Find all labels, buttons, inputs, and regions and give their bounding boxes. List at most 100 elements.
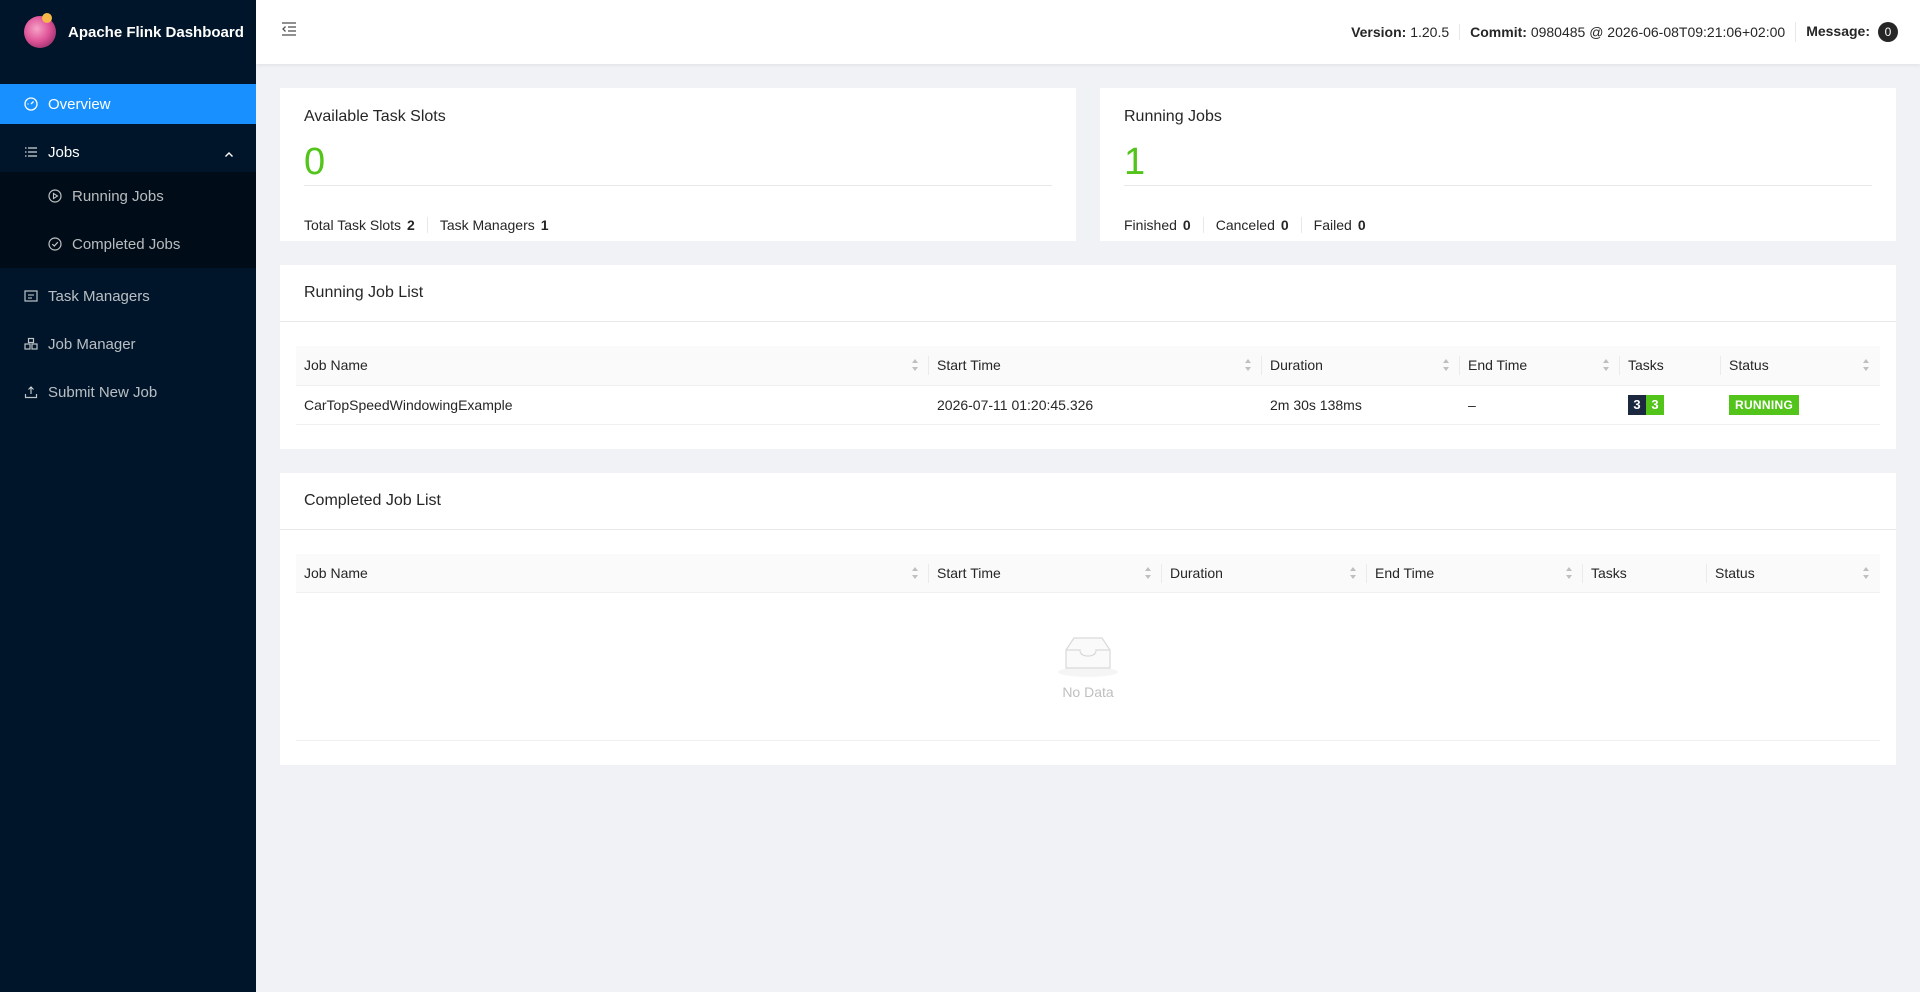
- running-jobs-value: 1: [1124, 141, 1146, 183]
- column-header-status[interactable]: Status: [1721, 346, 1880, 386]
- sort-icon[interactable]: [911, 566, 919, 580]
- tasks-badge: 3 3: [1628, 394, 1664, 415]
- tasks-running-badge: 3: [1646, 394, 1664, 415]
- sidebar-item-running-jobs[interactable]: Running Jobs: [0, 176, 256, 216]
- job-manager-icon: [24, 337, 38, 351]
- available-task-slots-card: Available Task Slots 0 Total Task Slots 2…: [280, 88, 1076, 241]
- status-badge: RUNNING: [1729, 394, 1800, 415]
- card-footer: Total Task Slots 2 Task Managers 1: [304, 217, 561, 233]
- completed-job-table: Job Name Start Time Duration End Time Ta…: [296, 553, 1880, 593]
- sort-icon[interactable]: [1144, 566, 1152, 580]
- card-footer: Finished 0 Canceled 0 Failed 0: [1124, 217, 1378, 233]
- end-time-cell: –: [1460, 385, 1620, 425]
- column-header-end-time[interactable]: End Time: [1460, 346, 1620, 386]
- app-title: Apache Flink Dashboard: [68, 23, 244, 41]
- sidebar-item-label: Completed Jobs: [72, 235, 181, 253]
- running-job-table: Job Name Start Time Duration End Time Ta…: [296, 346, 1880, 425]
- column-header-duration[interactable]: Duration: [1262, 346, 1460, 386]
- column-header-tasks: Tasks: [1620, 346, 1721, 386]
- completed-job-list-card: Completed Job List Job Name Start Time D…: [280, 472, 1896, 766]
- header-info: Version: 1.20.5 Commit: 0980485 @ 2026-0…: [1341, 22, 1908, 42]
- card-title: Running Jobs: [1124, 108, 1222, 125]
- empty-text: No Data: [1062, 683, 1114, 700]
- sort-icon[interactable]: [1602, 358, 1610, 372]
- tasks-cell: 3 3: [1620, 385, 1721, 425]
- flink-logo-icon: [24, 13, 56, 48]
- message-info[interactable]: Message: 0: [1795, 22, 1908, 42]
- card-title: Running Job List: [280, 265, 1896, 322]
- column-header-job-name[interactable]: Job Name: [296, 553, 929, 593]
- task-manager-icon: [24, 289, 38, 303]
- sidebar-item-job-manager[interactable]: Job Manager: [0, 324, 256, 364]
- table-header-row: Job Name Start Time Duration End Time Ta…: [296, 553, 1880, 593]
- total-task-slots: Total Task Slots 2: [304, 217, 415, 233]
- stats-row: Available Task Slots 0 Total Task Slots 2…: [280, 88, 1896, 241]
- chevron-up-icon: [224, 147, 234, 157]
- start-time-cell: 2026-07-11 01:20:45.326: [929, 385, 1262, 425]
- failed-count: Failed 0: [1300, 217, 1378, 233]
- running-jobs-card: Running Jobs 1 Finished 0 Canceled 0 Faile…: [1100, 88, 1896, 241]
- commit-info: Commit: 0980485 @ 2026-06-08T09:21:06+02…: [1459, 24, 1795, 40]
- nav-menu: Overview Jobs Running Jobs Completed Job…: [0, 84, 256, 412]
- column-header-start-time[interactable]: Start Time: [929, 553, 1162, 593]
- dashboard-icon: [24, 97, 38, 111]
- sort-icon[interactable]: [911, 358, 919, 372]
- card-title: Available Task Slots: [304, 108, 446, 125]
- main-content: Available Task Slots 0 Total Task Slots 2…: [256, 64, 1920, 992]
- sort-icon[interactable]: [1862, 566, 1870, 580]
- version-info: Version: 1.20.5: [1351, 24, 1450, 40]
- tasks-total-badge: 3: [1628, 394, 1646, 415]
- sort-icon[interactable]: [1244, 358, 1252, 372]
- column-header-end-time[interactable]: End Time: [1367, 553, 1583, 593]
- empty-state: No Data: [296, 593, 1880, 741]
- sidebar-item-submit-new-job[interactable]: Submit New Job: [0, 372, 256, 412]
- column-header-status[interactable]: Status: [1707, 553, 1880, 593]
- sort-icon[interactable]: [1565, 566, 1573, 580]
- sort-icon[interactable]: [1349, 566, 1357, 580]
- sidebar-item-jobs[interactable]: Jobs: [0, 132, 256, 172]
- sidebar-item-overview[interactable]: Overview: [0, 84, 256, 124]
- task-managers-count: Task Managers 1: [426, 217, 561, 233]
- divider: [1124, 185, 1872, 186]
- sidebar-item-label: Running Jobs: [72, 187, 164, 205]
- sidebar-item-label: Jobs: [48, 143, 80, 161]
- canceled-count: Canceled 0: [1202, 217, 1301, 233]
- completed-job-table-wrapper: Job Name Start Time Duration End Time Ta…: [280, 530, 1896, 766]
- sidebar-item-completed-jobs[interactable]: Completed Jobs: [0, 224, 256, 264]
- column-header-tasks: Tasks: [1583, 553, 1707, 593]
- sidebar-item-label: Submit New Job: [48, 383, 158, 401]
- table-header-row: Job Name Start Time Duration End Time Ta…: [296, 346, 1880, 386]
- column-header-job-name[interactable]: Job Name: [296, 346, 929, 386]
- check-circle-icon: [48, 237, 62, 251]
- sidebar-item-task-managers[interactable]: Task Managers: [0, 276, 256, 316]
- list-icon: [24, 145, 38, 159]
- logo-area[interactable]: Apache Flink Dashboard: [0, 0, 256, 64]
- column-header-start-time[interactable]: Start Time: [929, 346, 1262, 386]
- message-count-badge[interactable]: 0: [1878, 22, 1898, 42]
- upload-icon: [24, 385, 38, 399]
- commit-value: 0980485 @ 2026-06-08T09:21:06+02:00: [1530, 24, 1786, 40]
- sidebar-item-label: Overview: [48, 95, 111, 113]
- menu-fold-icon[interactable]: [280, 20, 298, 38]
- running-job-table-wrapper: Job Name Start Time Duration End Time Ta…: [280, 322, 1896, 449]
- version-value: 1.20.5: [1410, 24, 1450, 40]
- duration-cell: 2m 30s 138ms: [1262, 385, 1460, 425]
- column-header-duration[interactable]: Duration: [1162, 553, 1367, 593]
- available-slots-value: 0: [304, 141, 326, 183]
- top-header: Version: 1.20.5 Commit: 0980485 @ 2026-0…: [256, 0, 1920, 64]
- sidebar-item-label: Task Managers: [48, 287, 150, 305]
- play-circle-icon: [48, 189, 62, 203]
- sidebar-item-label: Job Manager: [48, 335, 136, 353]
- status-cell: RUNNING: [1721, 385, 1880, 425]
- inbox-icon: [1058, 636, 1118, 677]
- card-title: Completed Job List: [280, 473, 1896, 530]
- jobs-submenu: Running Jobs Completed Jobs: [0, 172, 256, 268]
- divider: [304, 185, 1052, 186]
- finished-count: Finished 0: [1124, 217, 1191, 233]
- table-row[interactable]: CarTopSpeedWindowingExample 2026-07-11 0…: [296, 385, 1880, 425]
- sort-icon[interactable]: [1862, 358, 1870, 372]
- sort-icon[interactable]: [1442, 358, 1450, 372]
- sidebar: Apache Flink Dashboard Overview Jobs Run…: [0, 0, 256, 992]
- running-job-list-card: Running Job List Job Name Start Time Dur…: [280, 265, 1896, 449]
- job-name-cell[interactable]: CarTopSpeedWindowingExample: [296, 385, 929, 425]
